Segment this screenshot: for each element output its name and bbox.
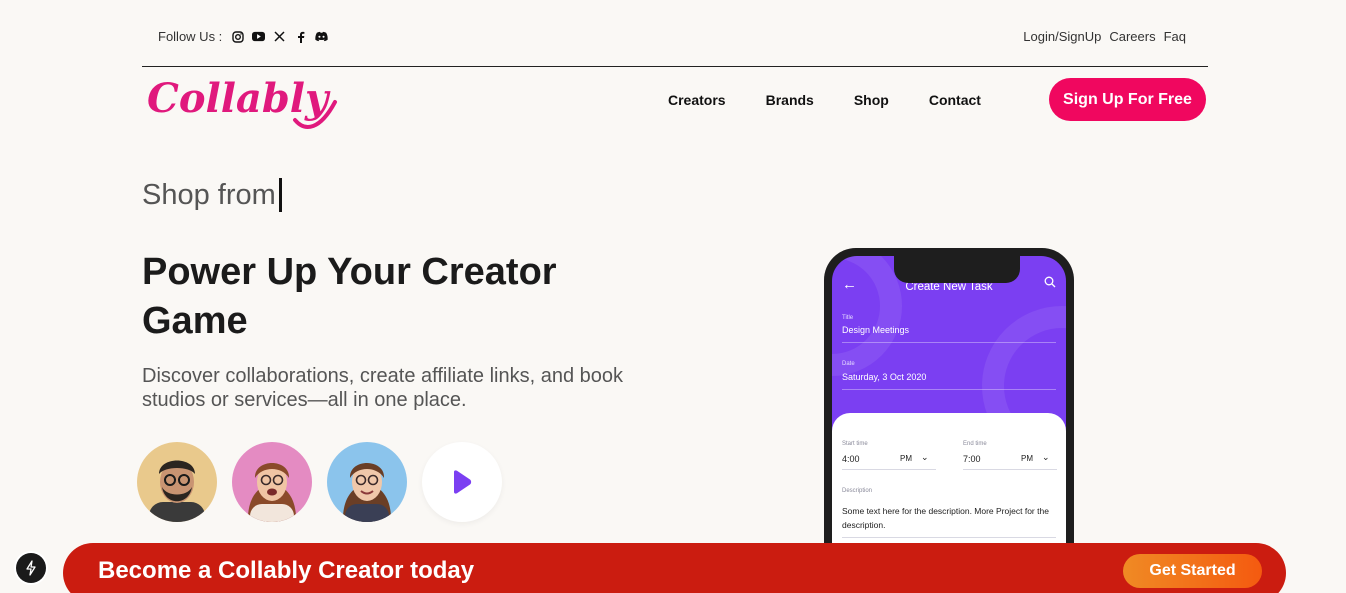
start-time-label: Start time: [842, 441, 868, 447]
collably-logo[interactable]: Collably: [145, 72, 345, 134]
main-nav: Creators Brands Shop Contact: [668, 92, 981, 108]
creator-avatars: [137, 442, 502, 522]
creator-banner: Become a Collably Creator today Get Star…: [63, 543, 1286, 593]
social-icons: [231, 30, 328, 43]
sign-up-button[interactable]: Sign Up For Free: [1049, 78, 1206, 121]
start-period[interactable]: PM: [900, 454, 912, 463]
chevron-down-icon[interactable]: ⌄: [921, 452, 929, 463]
nav-brands[interactable]: Brands: [766, 92, 814, 108]
end-time-value[interactable]: 7:00: [963, 454, 981, 464]
start-time-value[interactable]: 4:00: [842, 454, 860, 464]
avatar: [232, 442, 312, 522]
date-label: Date: [842, 361, 855, 367]
search-icon[interactable]: [1044, 276, 1056, 291]
avatar: [137, 442, 217, 522]
typed-text: Shop from: [142, 178, 282, 212]
get-started-button[interactable]: Get Started: [1123, 554, 1262, 588]
play-icon: [454, 470, 472, 494]
follow-label: Follow Us :: [158, 29, 223, 44]
logo-text: Collably: [147, 75, 331, 122]
instagram-icon[interactable]: [231, 30, 244, 43]
faq-link[interactable]: Faq: [1164, 29, 1186, 44]
nav-shop[interactable]: Shop: [854, 92, 889, 108]
description-label: Description: [842, 488, 873, 494]
description-value[interactable]: Some text here for the description. More…: [842, 504, 1052, 532]
x-icon[interactable]: [273, 30, 286, 43]
bolt-icon[interactable]: [16, 553, 46, 583]
hero-subtitle: Discover collaborations, create affiliat…: [142, 365, 623, 411]
date-value[interactable]: Saturday, 3 Oct 2020: [842, 372, 926, 382]
top-bar: Follow Us : Login/SignUp Careers Faq: [142, 0, 1208, 67]
chevron-down-icon[interactable]: ⌄: [1042, 452, 1050, 463]
youtube-icon[interactable]: [252, 30, 266, 43]
title-label: Title: [842, 315, 854, 321]
play-video-button[interactable]: [422, 442, 502, 522]
careers-link[interactable]: Careers: [1109, 29, 1155, 44]
banner-text: Become a Collably Creator today: [98, 557, 475, 584]
text-cursor: [278, 178, 282, 212]
follow-us: Follow Us :: [158, 29, 328, 44]
discord-icon[interactable]: [315, 30, 328, 43]
typed-text-value: Shop from: [142, 178, 276, 211]
phone-notch: [894, 256, 1020, 283]
end-time-label: End time: [963, 441, 987, 447]
nav-creators[interactable]: Creators: [668, 92, 726, 108]
avatar: [327, 442, 407, 522]
login-signup-link[interactable]: Login/SignUp: [1023, 29, 1101, 44]
facebook-icon[interactable]: [294, 30, 307, 43]
hero-headline: Power Up Your Creator Game: [142, 251, 557, 342]
title-value[interactable]: Design Meetings: [842, 325, 909, 335]
phone-mockup: ← Create New Task Title Design Meetings …: [824, 248, 1074, 593]
nav-contact[interactable]: Contact: [929, 92, 981, 108]
end-period[interactable]: PM: [1021, 454, 1033, 463]
top-links: Login/SignUp Careers Faq: [1023, 29, 1186, 44]
